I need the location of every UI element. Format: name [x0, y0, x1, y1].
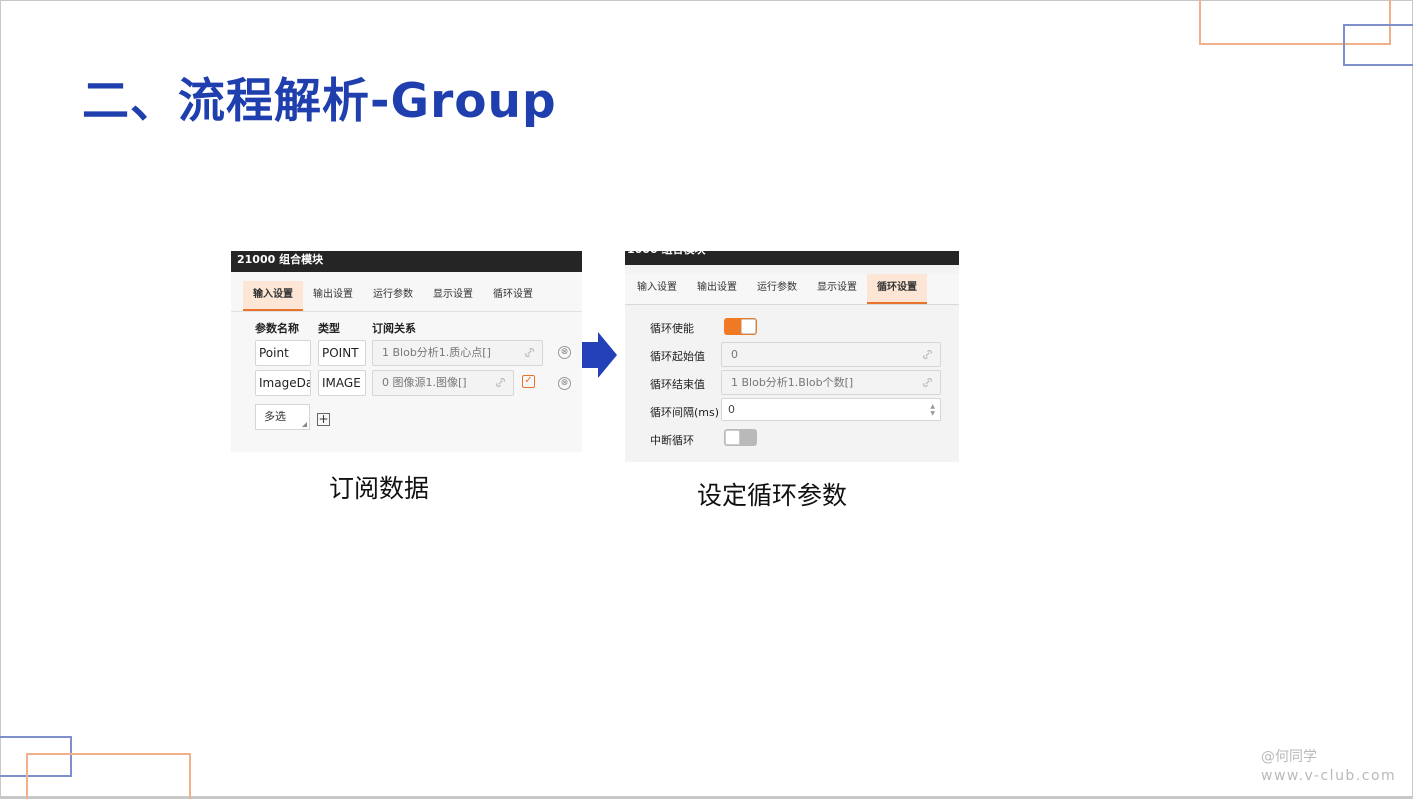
column-header-subscription: 订阅关系	[372, 322, 416, 335]
watermark-site: www.v-club.com	[1261, 768, 1397, 784]
column-header-type: 类型	[318, 322, 340, 335]
column-header-param-name: 参数名称	[255, 322, 299, 335]
panel-header: 21000 组合模块	[231, 251, 582, 272]
loop-start-value: 0	[731, 348, 738, 361]
param-type-field[interactable]: POINT	[318, 340, 366, 366]
subscription-field[interactable]: 0 图像源1.图像[]	[372, 370, 514, 396]
tab-display-settings[interactable]: 显示设置	[423, 281, 483, 311]
tab-output-settings[interactable]: 输出设置	[687, 274, 747, 304]
subscription-value: 1 Blob分析1.质心点[]	[382, 346, 491, 359]
subscription-checkbox-icon[interactable]: ✓	[522, 375, 535, 388]
subscription-field[interactable]: 1 Blob分析1.质心点[]	[372, 340, 543, 366]
group-module-input-panel: 21000 组合模块 输入设置 输出设置 运行参数 显示设置 循环设置 参数名称…	[231, 251, 582, 452]
remove-row-icon[interactable]: ⊗	[558, 346, 571, 359]
caption-subscribe-data: 订阅数据	[329, 474, 430, 503]
panel-tabs: 输入设置 输出设置 运行参数 显示设置 循环设置	[231, 281, 582, 312]
loop-interval-value: 0	[728, 403, 735, 416]
break-loop-toggle[interactable]	[724, 429, 757, 446]
arrow-right-icon	[582, 332, 617, 378]
add-param-icon[interactable]: +	[317, 413, 330, 426]
tab-loop-settings[interactable]: 循环设置	[483, 281, 543, 311]
resize-corner-icon	[302, 422, 307, 427]
multi-select-label: 多选	[264, 410, 286, 423]
panel-tabs: 输入设置 输出设置 运行参数 显示设置 循环设置	[625, 274, 959, 305]
loop-enable-label: 循环使能	[650, 322, 694, 335]
link-icon[interactable]	[921, 377, 934, 388]
loop-start-field[interactable]: 0	[721, 342, 941, 367]
toggle-knob	[741, 319, 756, 334]
param-name-input[interactable]: Point	[255, 340, 311, 366]
link-icon[interactable]	[494, 377, 507, 388]
watermark-author: @何同学	[1261, 749, 1317, 765]
slide-title: 二、流程解析-Group	[82, 74, 557, 129]
loop-interval-label: 循环间隔(ms)	[650, 406, 720, 419]
caption-set-loop-params: 设定循环参数	[697, 481, 848, 510]
param-name-input[interactable]: ImageDat	[255, 370, 311, 396]
tab-loop-settings[interactable]: 循环设置	[867, 274, 927, 304]
loop-start-label: 循环起始值	[650, 350, 705, 363]
tab-run-params[interactable]: 运行参数	[747, 274, 807, 304]
param-type-field[interactable]: IMAGE	[318, 370, 366, 396]
loop-interval-input[interactable]: 0 ▲ ▼	[721, 398, 941, 421]
panel-header: 1000 组合模块	[625, 251, 959, 265]
stepper-arrows-icon[interactable]: ▲ ▼	[930, 403, 935, 417]
remove-row-icon[interactable]: ⊗	[558, 377, 571, 390]
multi-select-button[interactable]: 多选	[255, 404, 310, 430]
tab-output-settings[interactable]: 输出设置	[303, 281, 363, 311]
link-icon[interactable]	[921, 349, 934, 360]
loop-end-label: 循环结束值	[650, 378, 705, 391]
tab-input-settings[interactable]: 输入设置	[243, 281, 303, 311]
tab-input-settings[interactable]: 输入设置	[627, 274, 687, 304]
link-icon[interactable]	[523, 347, 536, 358]
deco-frame-bottom-orange	[26, 753, 191, 799]
toggle-knob	[725, 430, 740, 445]
loop-enable-toggle[interactable]	[724, 318, 757, 335]
subscription-value: 0 图像源1.图像[]	[382, 376, 467, 389]
loop-end-field[interactable]: 1 Blob分析1.Blob个数[]	[721, 370, 941, 395]
group-module-loop-panel: 1000 组合模块 输入设置 输出设置 运行参数 显示设置 循环设置 循环使能 …	[625, 251, 959, 462]
tab-run-params[interactable]: 运行参数	[363, 281, 423, 311]
loop-end-value: 1 Blob分析1.Blob个数[]	[731, 376, 854, 389]
tab-display-settings[interactable]: 显示设置	[807, 274, 867, 304]
break-loop-label: 中断循环	[650, 434, 694, 447]
deco-frame-top-blue	[1343, 24, 1413, 66]
